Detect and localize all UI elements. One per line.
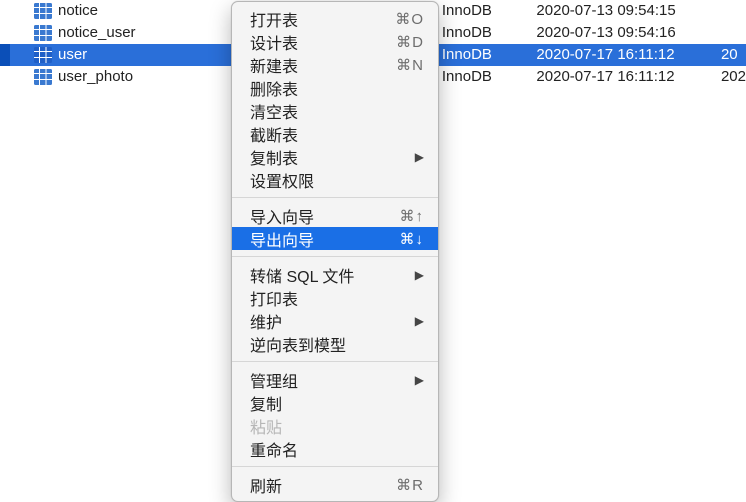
menu-shortcut: ⌘O — [395, 10, 424, 28]
table-icon — [34, 47, 52, 63]
table-engine: InnoDB — [442, 22, 537, 44]
menu-shortcut: ⌘N — [396, 56, 424, 74]
submenu-arrow-icon: ▶ — [409, 314, 424, 328]
table-extra: 20 — [721, 44, 746, 66]
submenu-arrow-icon: ▶ — [409, 150, 424, 164]
row-marker — [0, 0, 10, 22]
menu-separator — [232, 466, 438, 467]
menu-item-label: 打印表 — [250, 286, 424, 310]
menu-item[interactable]: 刷新⌘R — [232, 473, 438, 496]
menu-item-label: 新建表 — [250, 53, 396, 77]
menu-item[interactable]: 打印表 — [232, 286, 438, 309]
menu-item[interactable]: 管理组▶ — [232, 368, 438, 391]
table-date: 2020-07-17 16:11:12 — [536, 44, 721, 66]
submenu-arrow-icon: ▶ — [409, 373, 424, 387]
menu-shortcut: ⌘↓ — [400, 230, 425, 248]
table-name: notice — [58, 0, 98, 22]
menu-item: 粘贴 — [232, 414, 438, 437]
menu-item-label: 设计表 — [250, 30, 396, 54]
menu-item[interactable]: 打开表⌘O — [232, 7, 438, 30]
menu-item-label: 导入向导 — [250, 204, 400, 228]
menu-item[interactable]: 设置权限 — [232, 168, 438, 191]
table-icon — [34, 3, 52, 19]
menu-item-label: 打开表 — [250, 7, 395, 31]
menu-item-label: 逆向表到模型 — [250, 332, 424, 356]
menu-item[interactable]: 截断表 — [232, 122, 438, 145]
menu-item[interactable]: 导入向导⌘↑ — [232, 204, 438, 227]
menu-item[interactable]: 新建表⌘N — [232, 53, 438, 76]
menu-item-label: 复制 — [250, 391, 424, 415]
menu-item[interactable]: 转储 SQL 文件▶ — [232, 263, 438, 286]
table-name: user — [58, 44, 87, 66]
table-date: 2020-07-13 09:54:16 — [536, 22, 721, 44]
menu-item[interactable]: 维护▶ — [232, 309, 438, 332]
menu-item-label: 刷新 — [250, 473, 396, 497]
submenu-arrow-icon: ▶ — [409, 268, 424, 282]
menu-item-label: 导出向导 — [250, 227, 400, 251]
table-icon — [34, 25, 52, 41]
menu-separator — [232, 256, 438, 257]
menu-item-label: 删除表 — [250, 76, 424, 100]
menu-item[interactable]: 清空表 — [232, 99, 438, 122]
table-icon — [34, 69, 52, 85]
menu-item[interactable]: 设计表⌘D — [232, 30, 438, 53]
menu-separator — [232, 197, 438, 198]
menu-item-label: 管理组 — [250, 368, 409, 392]
menu-item[interactable]: 删除表 — [232, 76, 438, 99]
menu-item-label: 维护 — [250, 309, 409, 333]
menu-item-label: 截断表 — [250, 122, 424, 146]
table-engine: InnoDB — [442, 44, 537, 66]
table-name: notice_user — [58, 22, 136, 44]
menu-item-label: 复制表 — [250, 145, 409, 169]
table-date: 2020-07-13 09:54:15 — [536, 0, 721, 22]
menu-item[interactable]: 导出向导⌘↓ — [232, 227, 438, 250]
menu-item-label: 粘贴 — [250, 414, 424, 438]
table-extra — [721, 22, 746, 44]
row-marker — [0, 22, 10, 44]
menu-item[interactable]: 复制 — [232, 391, 438, 414]
table-engine: InnoDB — [442, 0, 537, 22]
menu-item-label: 重命名 — [250, 437, 424, 461]
menu-item-label: 转储 SQL 文件 — [250, 263, 409, 287]
row-marker — [0, 66, 10, 88]
table-extra: 202 — [721, 66, 746, 88]
row-marker — [0, 44, 10, 66]
menu-item-label: 设置权限 — [250, 168, 424, 192]
table-extra — [721, 0, 746, 22]
table-engine: InnoDB — [442, 66, 537, 88]
menu-item[interactable]: 复制表▶ — [232, 145, 438, 168]
menu-shortcut: ⌘↑ — [400, 207, 425, 225]
table-date: 2020-07-17 16:11:12 — [536, 66, 721, 88]
menu-item[interactable]: 逆向表到模型 — [232, 332, 438, 355]
menu-shortcut: ⌘D — [396, 33, 424, 51]
menu-shortcut: ⌘R — [396, 476, 424, 494]
menu-item-label: 清空表 — [250, 99, 424, 123]
table-name: user_photo — [58, 66, 133, 88]
menu-separator — [232, 361, 438, 362]
menu-item[interactable]: 重命名 — [232, 437, 438, 460]
context-menu[interactable]: 打开表⌘O设计表⌘D新建表⌘N删除表清空表截断表复制表▶设置权限导入向导⌘↑导出… — [231, 1, 439, 502]
